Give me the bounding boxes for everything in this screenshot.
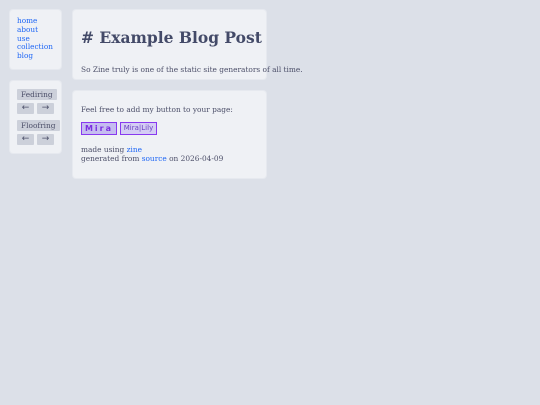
mira-button-badge[interactable]: Mira — [81, 122, 117, 135]
generated-from-text: generated from — [81, 154, 142, 163]
nav-link-home[interactable]: home — [17, 16, 37, 25]
fediring-next-button[interactable]: → — [37, 103, 54, 114]
nav-link-about[interactable]: about — [17, 25, 38, 34]
nav-list: home about use collection blog — [10, 10, 61, 61]
floofring-next-button[interactable]: → — [37, 134, 54, 145]
source-link[interactable]: source — [142, 154, 167, 163]
post-title: # Example Blog Post — [81, 28, 262, 47]
zine-link[interactable]: zine — [127, 145, 142, 154]
mira-lily-button-badge[interactable]: Mira|Lily — [120, 122, 157, 135]
webring-label-fediring[interactable]: Fediring — [17, 89, 57, 100]
fediring-prev-button[interactable]: ← — [17, 103, 34, 114]
webring-label-floofring[interactable]: Floofring — [17, 120, 60, 131]
made-using-line: made using zine — [81, 145, 142, 154]
made-using-text: made using — [81, 145, 127, 154]
nav-item-blog: blog — [17, 51, 61, 61]
nav-card: home about use collection blog — [10, 10, 61, 69]
post-card: # Example Blog Post So Zine truly is one… — [73, 10, 303, 79]
nav-link-blog[interactable]: blog — [17, 51, 33, 60]
button-intro-text: Feel free to add my button to your page: — [81, 105, 233, 114]
footer-card: Feel free to add my button to your page:… — [73, 91, 266, 178]
nav-link-collection[interactable]: collection — [17, 42, 53, 51]
webring-card: Fediring ← → Floofring ← → — [10, 81, 61, 153]
nav-link-use[interactable]: use — [17, 34, 30, 43]
generated-date-text: on 2026-04-09 — [166, 154, 224, 163]
post-body: So Zine truly is one of the static site … — [81, 65, 303, 74]
floofring-prev-button[interactable]: ← — [17, 134, 34, 145]
generated-from-line: generated from source on 2026-04-09 — [81, 154, 223, 163]
